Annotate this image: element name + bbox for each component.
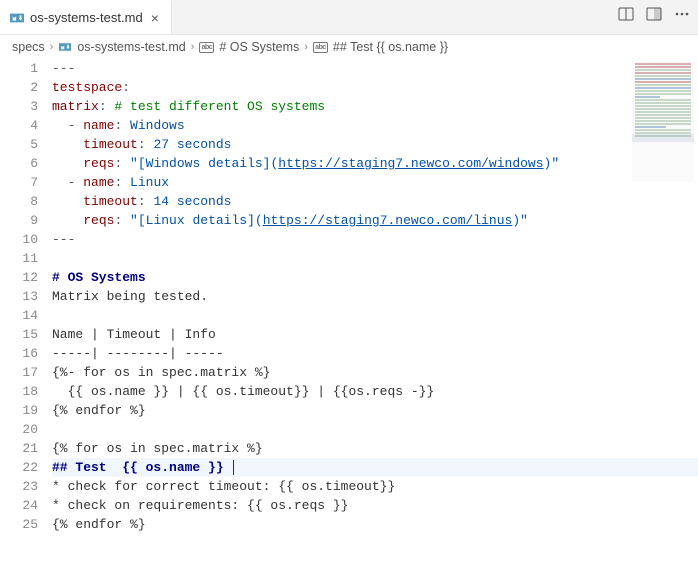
- code-line: reqs: "[Windows details](https://staging…: [52, 154, 698, 173]
- line-number: 9: [0, 211, 38, 230]
- open-preview-icon[interactable]: [618, 6, 634, 22]
- close-icon[interactable]: ×: [149, 11, 161, 25]
- editor-area[interactable]: 1234567891011121314151617181920212223242…: [0, 59, 698, 569]
- breadcrumb-folder[interactable]: specs: [12, 40, 45, 54]
- chevron-right-icon: ›: [304, 41, 308, 53]
- code-line: {% for os in spec.matrix %}: [52, 439, 698, 458]
- line-number: 14: [0, 306, 38, 325]
- code-line-active: ## Test {{ os.name }}: [52, 458, 698, 477]
- code-line: timeout: 14 seconds: [52, 192, 698, 211]
- code-line: reqs: "[Linux details](https://staging7.…: [52, 211, 698, 230]
- code-line: [52, 249, 698, 268]
- code-line: {% endfor %}: [52, 515, 698, 534]
- code-line: {{ os.name }} | {{ os.timeout}} | {{os.r…: [52, 382, 698, 401]
- more-actions-icon[interactable]: [674, 6, 690, 22]
- line-number: 10: [0, 230, 38, 249]
- line-number: 2: [0, 78, 38, 97]
- line-number: 21: [0, 439, 38, 458]
- minimap[interactable]: [632, 62, 694, 182]
- code-line: [52, 306, 698, 325]
- line-number: 15: [0, 325, 38, 344]
- line-number: 19: [0, 401, 38, 420]
- line-number: 20: [0, 420, 38, 439]
- markdown-icon: [10, 11, 24, 25]
- code-line: Matrix being tested.: [52, 287, 698, 306]
- line-number: 25: [0, 515, 38, 534]
- code-content[interactable]: --- testspace: matrix: # test different …: [52, 59, 698, 569]
- line-number: 5: [0, 135, 38, 154]
- line-number: 22: [0, 458, 38, 477]
- code-line: {% endfor %}: [52, 401, 698, 420]
- code-line: testspace:: [52, 78, 698, 97]
- line-number: 7: [0, 173, 38, 192]
- tab-bar: os-systems-test.md ×: [0, 0, 698, 35]
- line-number: 8: [0, 192, 38, 211]
- breadcrumb-file[interactable]: os-systems-test.md: [77, 40, 185, 54]
- line-number: 23: [0, 477, 38, 496]
- line-number: 3: [0, 97, 38, 116]
- code-line: ---: [52, 230, 698, 249]
- editor-actions: [618, 6, 690, 22]
- code-line: * check for correct timeout: {{ os.timeo…: [52, 477, 698, 496]
- code-line: {%- for os in spec.matrix %}: [52, 363, 698, 382]
- line-number: 12: [0, 268, 38, 287]
- code-line: # OS Systems: [52, 268, 698, 287]
- chevron-right-icon: ›: [50, 41, 54, 53]
- line-number: 13: [0, 287, 38, 306]
- breadcrumb-section-2[interactable]: ## Test {{ os.name }}: [333, 40, 448, 54]
- line-number: 1: [0, 59, 38, 78]
- tab-filename: os-systems-test.md: [30, 10, 143, 25]
- text-cursor: [233, 460, 234, 475]
- line-number: 18: [0, 382, 38, 401]
- markdown-icon: [58, 41, 72, 53]
- line-number: 4: [0, 116, 38, 135]
- code-line: [52, 420, 698, 439]
- chevron-right-icon: ›: [191, 41, 195, 53]
- tab-active[interactable]: os-systems-test.md ×: [0, 0, 172, 34]
- code-line: -----| --------| -----: [52, 344, 698, 363]
- line-number: 11: [0, 249, 38, 268]
- code-line: Name | Timeout | Info: [52, 325, 698, 344]
- symbol-string-icon: abc: [313, 42, 328, 53]
- line-number: 16: [0, 344, 38, 363]
- breadcrumb[interactable]: specs › os-systems-test.md › abc # OS Sy…: [0, 35, 698, 59]
- code-line: timeout: 27 seconds: [52, 135, 698, 154]
- code-line: matrix: # test different OS systems: [52, 97, 698, 116]
- symbol-string-icon: abc: [199, 42, 214, 53]
- code-line: * check on requirements: {{ os.reqs }}: [52, 496, 698, 515]
- code-line: - name: Windows: [52, 116, 698, 135]
- code-line: ---: [52, 59, 698, 78]
- line-number: 6: [0, 154, 38, 173]
- split-editor-icon[interactable]: [646, 6, 662, 22]
- line-number: 17: [0, 363, 38, 382]
- code-line: - name: Linux: [52, 173, 698, 192]
- line-number-gutter: 1234567891011121314151617181920212223242…: [0, 59, 52, 569]
- breadcrumb-section-1[interactable]: # OS Systems: [219, 40, 299, 54]
- line-number: 24: [0, 496, 38, 515]
